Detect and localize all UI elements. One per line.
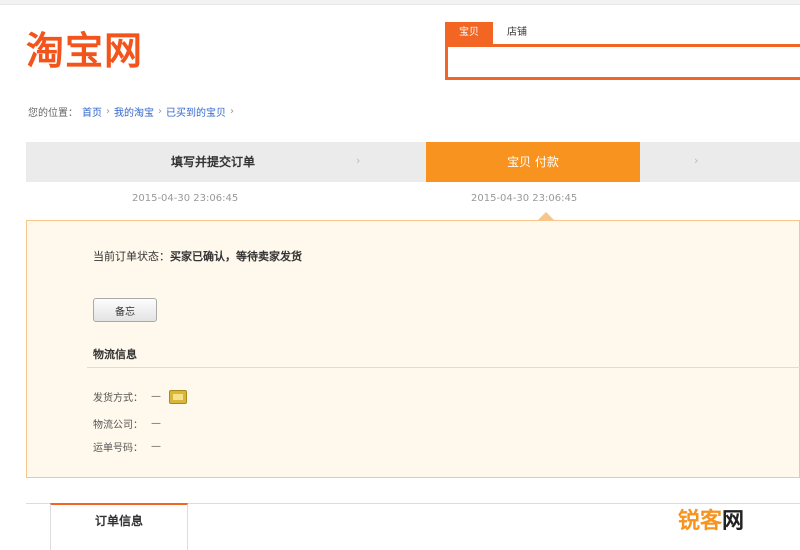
logistics-divider — [87, 367, 800, 368]
breadcrumb-separator: › — [230, 106, 234, 117]
breadcrumb-purchased-items[interactable]: 已买到的宝贝 — [166, 104, 226, 119]
logistics-title: 物流信息 — [93, 348, 137, 361]
order-status-line: 当前订单状态：买家已确认，等待卖家发货 — [93, 248, 302, 264]
tracking-number-value: — — [151, 441, 161, 452]
shipping-icon — [169, 389, 187, 404]
taobao-logo[interactable]: 淘宝网 — [26, 27, 143, 75]
order-status-label: 当前订单状态： — [93, 250, 170, 263]
tracking-number-label: 运单号码： — [93, 443, 143, 454]
step-submit-time: 2015-04-30 23:06:45 — [132, 193, 239, 204]
breadcrumb-my-taobao[interactable]: 我的淘宝 — [114, 104, 154, 119]
step-submit-order: 填写并提交订单 — [170, 155, 255, 169]
breadcrumb: 您的位置： 首页 › 我的淘宝 › 已买到的宝贝 › — [28, 104, 234, 119]
watermark-text-dark: 网 — [722, 509, 745, 534]
logistics-company-row: 物流公司： — — [93, 416, 161, 431]
memo-button[interactable]: 备忘 — [93, 298, 157, 322]
order-status-value: 买家已确认，等待卖家发货 — [170, 250, 302, 263]
step-arrow-icon: › — [356, 154, 361, 167]
step-payment: 宝贝 付款 — [426, 142, 640, 182]
step-payment-time: 2015-04-30 23:06:45 — [471, 193, 578, 204]
search-tabs: 宝贝 店铺 — [445, 18, 800, 44]
search-input[interactable] — [445, 44, 800, 80]
breadcrumb-prefix: 您的位置： — [28, 108, 78, 119]
site-watermark: 锐客网 — [678, 503, 744, 535]
tab-order-info[interactable]: 订单信息 — [50, 503, 188, 550]
breadcrumb-home[interactable]: 首页 — [82, 104, 102, 119]
top-bar — [0, 0, 800, 5]
logistics-company-label: 物流公司： — [93, 420, 143, 431]
logistics-company-value: — — [151, 418, 161, 429]
shipping-method-label: 发货方式： — [93, 393, 143, 404]
shipping-method-value: — — [151, 391, 161, 402]
order-progress-steps: 填写并提交订单 › 宝贝 付款 › — [26, 142, 800, 182]
watermark-text: 锐客 — [678, 509, 723, 534]
search-tab-items[interactable]: 宝贝 — [445, 22, 493, 44]
breadcrumb-separator: › — [106, 106, 110, 117]
search-box: 宝贝 店铺 — [445, 18, 800, 80]
shipping-method-row: 发货方式： — — [93, 389, 187, 404]
order-status-panel: 当前订单状态：买家已确认，等待卖家发货 备忘 物流信息 发货方式： — 物流公司… — [26, 220, 800, 478]
search-tab-shops[interactable]: 店铺 — [493, 22, 541, 44]
tracking-number-row: 运单号码： — — [93, 439, 161, 454]
step-arrow-icon: › — [694, 154, 699, 167]
breadcrumb-separator: › — [158, 106, 162, 117]
